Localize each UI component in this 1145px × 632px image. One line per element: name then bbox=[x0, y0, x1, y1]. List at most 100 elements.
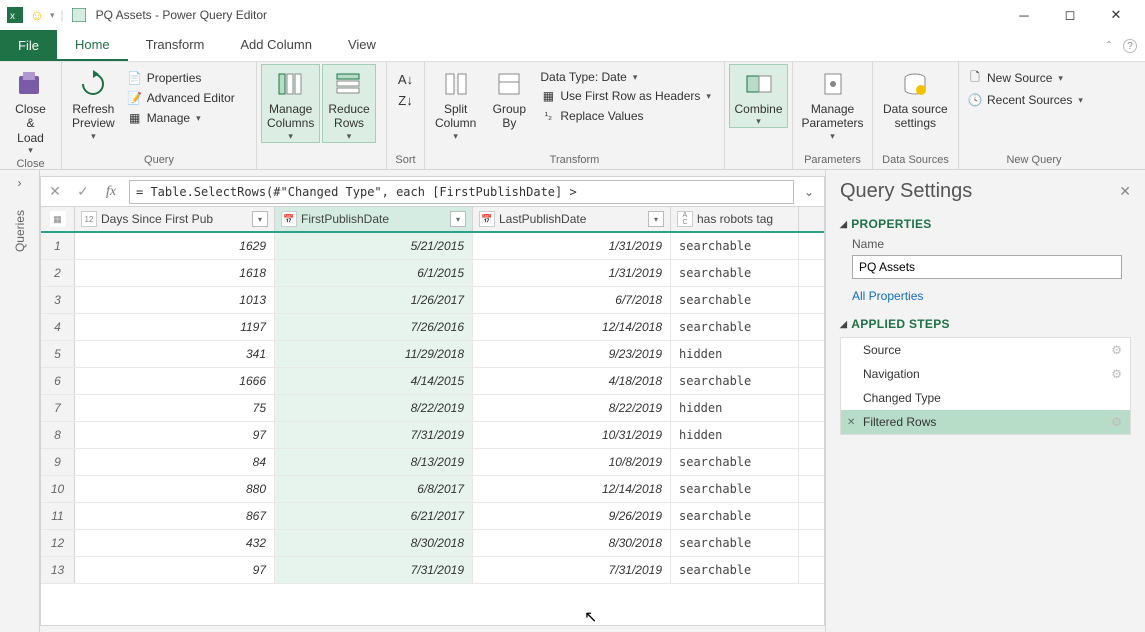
cell-robots-tag[interactable]: searchable bbox=[671, 557, 799, 583]
all-properties-link[interactable]: All Properties bbox=[852, 289, 1131, 303]
cell-last-publish[interactable]: 12/14/2018 bbox=[473, 314, 671, 340]
data-type-button[interactable]: Data Type: Date bbox=[536, 68, 715, 86]
step-filtered-rows[interactable]: Filtered Rows⚙ bbox=[841, 410, 1130, 434]
col-filter-active-icon[interactable]: ▾ bbox=[450, 211, 466, 227]
cell-first-publish[interactable]: 8/30/2018 bbox=[275, 530, 473, 556]
tab-home[interactable]: Home bbox=[57, 30, 128, 61]
step-navigation[interactable]: Navigation⚙ bbox=[841, 362, 1130, 386]
close-settings-icon[interactable]: ✕ bbox=[1119, 183, 1131, 200]
cell-last-publish[interactable]: 10/8/2019 bbox=[473, 449, 671, 475]
split-column-button[interactable]: Split Column ▾ bbox=[429, 64, 482, 142]
cell-days[interactable]: 867 bbox=[75, 503, 275, 529]
cell-robots-tag[interactable]: hidden bbox=[671, 422, 799, 448]
cell-robots-tag[interactable]: searchable bbox=[671, 530, 799, 556]
table-row[interactable]: 108806/8/201712/14/2018searchable bbox=[41, 476, 824, 503]
cell-first-publish[interactable]: 1/26/2017 bbox=[275, 287, 473, 313]
file-menu[interactable]: File bbox=[0, 30, 57, 61]
properties-button[interactable]: 📄Properties bbox=[123, 68, 239, 88]
table-row[interactable]: 7758/22/20198/22/2019hidden bbox=[41, 395, 824, 422]
cell-last-publish[interactable]: 8/30/2018 bbox=[473, 530, 671, 556]
cell-first-publish[interactable]: 8/13/2019 bbox=[275, 449, 473, 475]
cell-robots-tag[interactable]: searchable bbox=[671, 476, 799, 502]
step-changed-type[interactable]: Changed Type bbox=[841, 386, 1130, 410]
cell-first-publish[interactable]: 6/21/2017 bbox=[275, 503, 473, 529]
maximize-button[interactable]: ◻ bbox=[1047, 0, 1093, 30]
accept-formula-icon[interactable]: ✓ bbox=[69, 183, 97, 200]
table-row[interactable]: 411977/26/201612/14/2018searchable bbox=[41, 314, 824, 341]
manage-button[interactable]: ▦Manage bbox=[123, 108, 239, 128]
cell-first-publish[interactable]: 7/31/2019 bbox=[275, 557, 473, 583]
fx-icon[interactable]: fx bbox=[97, 184, 125, 200]
cell-last-publish[interactable]: 4/18/2018 bbox=[473, 368, 671, 394]
col-first-publish[interactable]: 📅 FirstPublishDate ▾ bbox=[275, 207, 473, 231]
cell-last-publish[interactable]: 7/31/2019 bbox=[473, 557, 671, 583]
table-row[interactable]: 8977/31/201910/31/2019hidden bbox=[41, 422, 824, 449]
cell-robots-tag[interactable]: searchable bbox=[671, 368, 799, 394]
cell-days[interactable]: 1618 bbox=[75, 260, 275, 286]
cell-robots-tag[interactable]: searchable bbox=[671, 314, 799, 340]
cell-last-publish[interactable]: 10/31/2019 bbox=[473, 422, 671, 448]
group-by-button[interactable]: Group By bbox=[484, 64, 534, 131]
minimize-button[interactable]: ─ bbox=[1001, 0, 1047, 30]
cell-days[interactable]: 1013 bbox=[75, 287, 275, 313]
table-row[interactable]: 310131/26/20176/7/2018searchable bbox=[41, 287, 824, 314]
reduce-rows-button[interactable]: Reduce Rows ▾ bbox=[322, 64, 375, 143]
formula-input[interactable] bbox=[129, 180, 794, 204]
manage-columns-button[interactable]: Manage Columns ▾ bbox=[261, 64, 320, 143]
cell-days[interactable]: 341 bbox=[75, 341, 275, 367]
sort-asc-button[interactable]: A↓ bbox=[398, 72, 413, 87]
table-row[interactable]: 13977/31/20197/31/2019searchable bbox=[41, 557, 824, 584]
tab-transform[interactable]: Transform bbox=[128, 30, 223, 61]
cell-first-publish[interactable]: 4/14/2015 bbox=[275, 368, 473, 394]
data-grid[interactable]: ▦ 12 Days Since First Pub ▾ 📅 FirstPubli… bbox=[41, 207, 824, 625]
recent-sources-button[interactable]: 🕓Recent Sources bbox=[963, 90, 1087, 110]
gear-icon[interactable]: ⚙ bbox=[1111, 343, 1122, 357]
table-row[interactable]: 124328/30/20188/30/2018searchable bbox=[41, 530, 824, 557]
table-row[interactable]: 534111/29/20189/23/2019hidden bbox=[41, 341, 824, 368]
cell-robots-tag[interactable]: searchable bbox=[671, 260, 799, 286]
cell-first-publish[interactable]: 11/29/2018 bbox=[275, 341, 473, 367]
cell-last-publish[interactable]: 1/31/2019 bbox=[473, 260, 671, 286]
new-source-button[interactable]: 🗋New Source bbox=[963, 68, 1067, 88]
table-row[interactable]: 118676/21/20179/26/2019searchable bbox=[41, 503, 824, 530]
table-row[interactable]: 116295/21/20151/31/2019searchable bbox=[41, 233, 824, 260]
replace-values-button[interactable]: ¹₂Replace Values bbox=[536, 106, 715, 126]
close-button[interactable]: ✕ bbox=[1093, 0, 1139, 30]
cancel-formula-icon[interactable]: ✕ bbox=[41, 183, 69, 200]
cell-days[interactable]: 1197 bbox=[75, 314, 275, 340]
cell-first-publish[interactable]: 6/1/2015 bbox=[275, 260, 473, 286]
cell-robots-tag[interactable]: hidden bbox=[671, 395, 799, 421]
cell-last-publish[interactable]: 12/14/2018 bbox=[473, 476, 671, 502]
cell-last-publish[interactable]: 9/23/2019 bbox=[473, 341, 671, 367]
tab-view[interactable]: View bbox=[330, 30, 394, 61]
applied-steps-section[interactable]: ◢APPLIED STEPS bbox=[840, 317, 1131, 331]
cell-first-publish[interactable]: 5/21/2015 bbox=[275, 233, 473, 259]
cell-days[interactable]: 84 bbox=[75, 449, 275, 475]
cell-days[interactable]: 1666 bbox=[75, 368, 275, 394]
close-load-button[interactable]: Close & Load ▾ bbox=[4, 64, 57, 156]
table-row[interactable]: 9848/13/201910/8/2019searchable bbox=[41, 449, 824, 476]
col-last-publish[interactable]: 📅 LastPublishDate ▾ bbox=[473, 207, 671, 231]
sort-desc-button[interactable]: Z↓ bbox=[398, 93, 412, 108]
cell-days[interactable]: 75 bbox=[75, 395, 275, 421]
col-days-since[interactable]: 12 Days Since First Pub ▾ bbox=[75, 207, 275, 231]
cell-robots-tag[interactable]: searchable bbox=[671, 287, 799, 313]
cell-first-publish[interactable]: 7/31/2019 bbox=[275, 422, 473, 448]
qat-dropdown-icon[interactable]: ▾ bbox=[50, 10, 55, 21]
advanced-editor-button[interactable]: 📝Advanced Editor bbox=[123, 88, 239, 108]
cell-days[interactable]: 1629 bbox=[75, 233, 275, 259]
col-robots-tag[interactable]: AC has robots tag bbox=[671, 207, 799, 231]
table-row[interactable]: 216186/1/20151/31/2019searchable bbox=[41, 260, 824, 287]
col-filter-icon[interactable]: ▾ bbox=[648, 211, 664, 227]
cell-first-publish[interactable]: 8/22/2019 bbox=[275, 395, 473, 421]
first-row-headers-button[interactable]: ▦Use First Row as Headers bbox=[536, 86, 715, 106]
cell-robots-tag[interactable]: searchable bbox=[671, 449, 799, 475]
ribbon-collapse-icon[interactable]: ˆ bbox=[1099, 39, 1119, 53]
cell-days[interactable]: 97 bbox=[75, 557, 275, 583]
table-row[interactable]: 616664/14/20154/18/2018searchable bbox=[41, 368, 824, 395]
cell-days[interactable]: 97 bbox=[75, 422, 275, 448]
cell-first-publish[interactable]: 7/26/2016 bbox=[275, 314, 473, 340]
gear-icon[interactable]: ⚙ bbox=[1111, 415, 1122, 429]
formula-dropdown-icon[interactable]: ⌄ bbox=[798, 185, 820, 199]
cell-robots-tag[interactable]: hidden bbox=[671, 341, 799, 367]
